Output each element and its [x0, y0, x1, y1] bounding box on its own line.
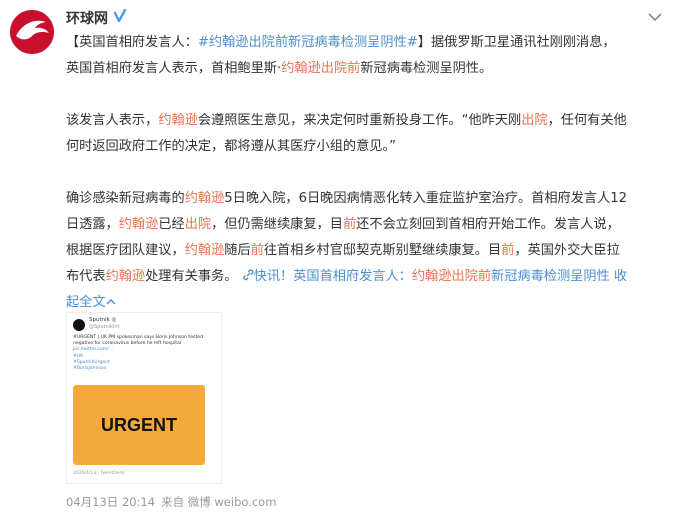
tweet-author: Sputnik ◎ [89, 317, 117, 323]
paragraph-1: 【英国首相府发言人：#约翰逊出院前新冠病毒检测呈阴性#】据俄罗斯卫星通讯社刚刚消… [66, 35, 616, 50]
tweet-handle: @SputnikInt [89, 324, 120, 330]
paragraph-2: 该发言人表示，约翰逊会遵照医生意见，来决定何时重新投身工作。“他昨天刚出院，任何… [66, 113, 627, 128]
paragraph-3-line4: 布代表约翰逊处理有关事务。 快讯！英国首相府发言人：约翰逊出院前新冠病毒检测呈阴… [66, 269, 628, 284]
post-meta: 04月13日 20:14 来自 微博 weibo.com [66, 494, 276, 510]
paragraph-1-cont: 英国首相府发言人表示，首相鲍里斯·约翰逊出院前新冠病毒检测呈阴性。 [66, 61, 493, 76]
keyword-link[interactable]: 出院 [185, 217, 211, 232]
chevron-up-icon[interactable] [106, 298, 116, 306]
topic-link[interactable]: #约翰逊出院前新冠病毒检测呈阴性# [198, 35, 418, 50]
link-icon [242, 269, 253, 281]
post-image[interactable]: Sputnik ◎ @SputnikInt #URGENT | UK PM sp… [66, 312, 222, 484]
keyword-link[interactable]: 出院 [521, 113, 547, 128]
keyword-link[interactable]: 约翰逊出院前 [281, 61, 360, 76]
chevron-down-icon[interactable] [648, 12, 662, 22]
keyword-link[interactable]: 约翰逊 [119, 217, 159, 232]
account-name[interactable]: 环球网 [66, 8, 108, 28]
verified-badge-icon [113, 9, 127, 23]
keyword-link[interactable]: 约翰逊 [185, 243, 225, 258]
post-text: 【英国首相府发言人：#约翰逊出院前新冠病毒检测呈阴性#】据俄罗斯卫星通讯社刚刚消… [66, 30, 666, 316]
keyword-link[interactable]: 约翰逊 [158, 113, 198, 128]
tweet-avatar [73, 319, 85, 331]
share-link[interactable]: 快讯！英国首相府发言人：约翰逊出院前新冠病毒检测呈阴性 [242, 269, 614, 284]
urgent-label: URGENT [101, 415, 177, 435]
paragraph-3: 确诊感染新冠病毒的约翰逊5日晚入院，6日晚因病情恶化转入重症监护室治疗。首相府发… [66, 191, 628, 206]
paragraph-3-line2: 日透露，约翰逊已经出院，但仍需继续康复，目前还不会立刻回到首相府开始工作。发言人… [66, 217, 620, 232]
keyword-link[interactable]: 前 [343, 217, 356, 232]
keyword-link[interactable]: 前 [501, 243, 514, 258]
tweet-text: #URGENT | UK PM spokesman says Boris Joh… [73, 335, 203, 372]
collapse-button[interactable]: 收 [614, 269, 627, 284]
paragraph-2-cont: 何时返回政府工作的决定，都将遵从其医疗小组的意见。” [66, 139, 396, 154]
globe-wolf-logo-icon [10, 10, 54, 54]
post-source[interactable]: 来自 微博 weibo.com [161, 495, 276, 509]
tweet-timestamp: 2020/4/13 · TweetDeck [73, 471, 125, 476]
collapse-button[interactable]: 起全文 [66, 295, 106, 310]
keyword-link[interactable]: 约翰逊 [106, 269, 146, 284]
avatar[interactable] [10, 10, 54, 54]
paragraph-3-line3: 根据医疗团队建议，约翰逊随后前往首相乡村官邸契克斯别墅继续康复。目前，英国外交大… [66, 243, 620, 258]
keyword-link[interactable]: 约翰逊 [185, 191, 225, 206]
urgent-card: URGENT [73, 385, 205, 465]
keyword-link[interactable]: 前 [251, 243, 264, 258]
post-date[interactable]: 04月13日 20:14 [66, 495, 155, 509]
